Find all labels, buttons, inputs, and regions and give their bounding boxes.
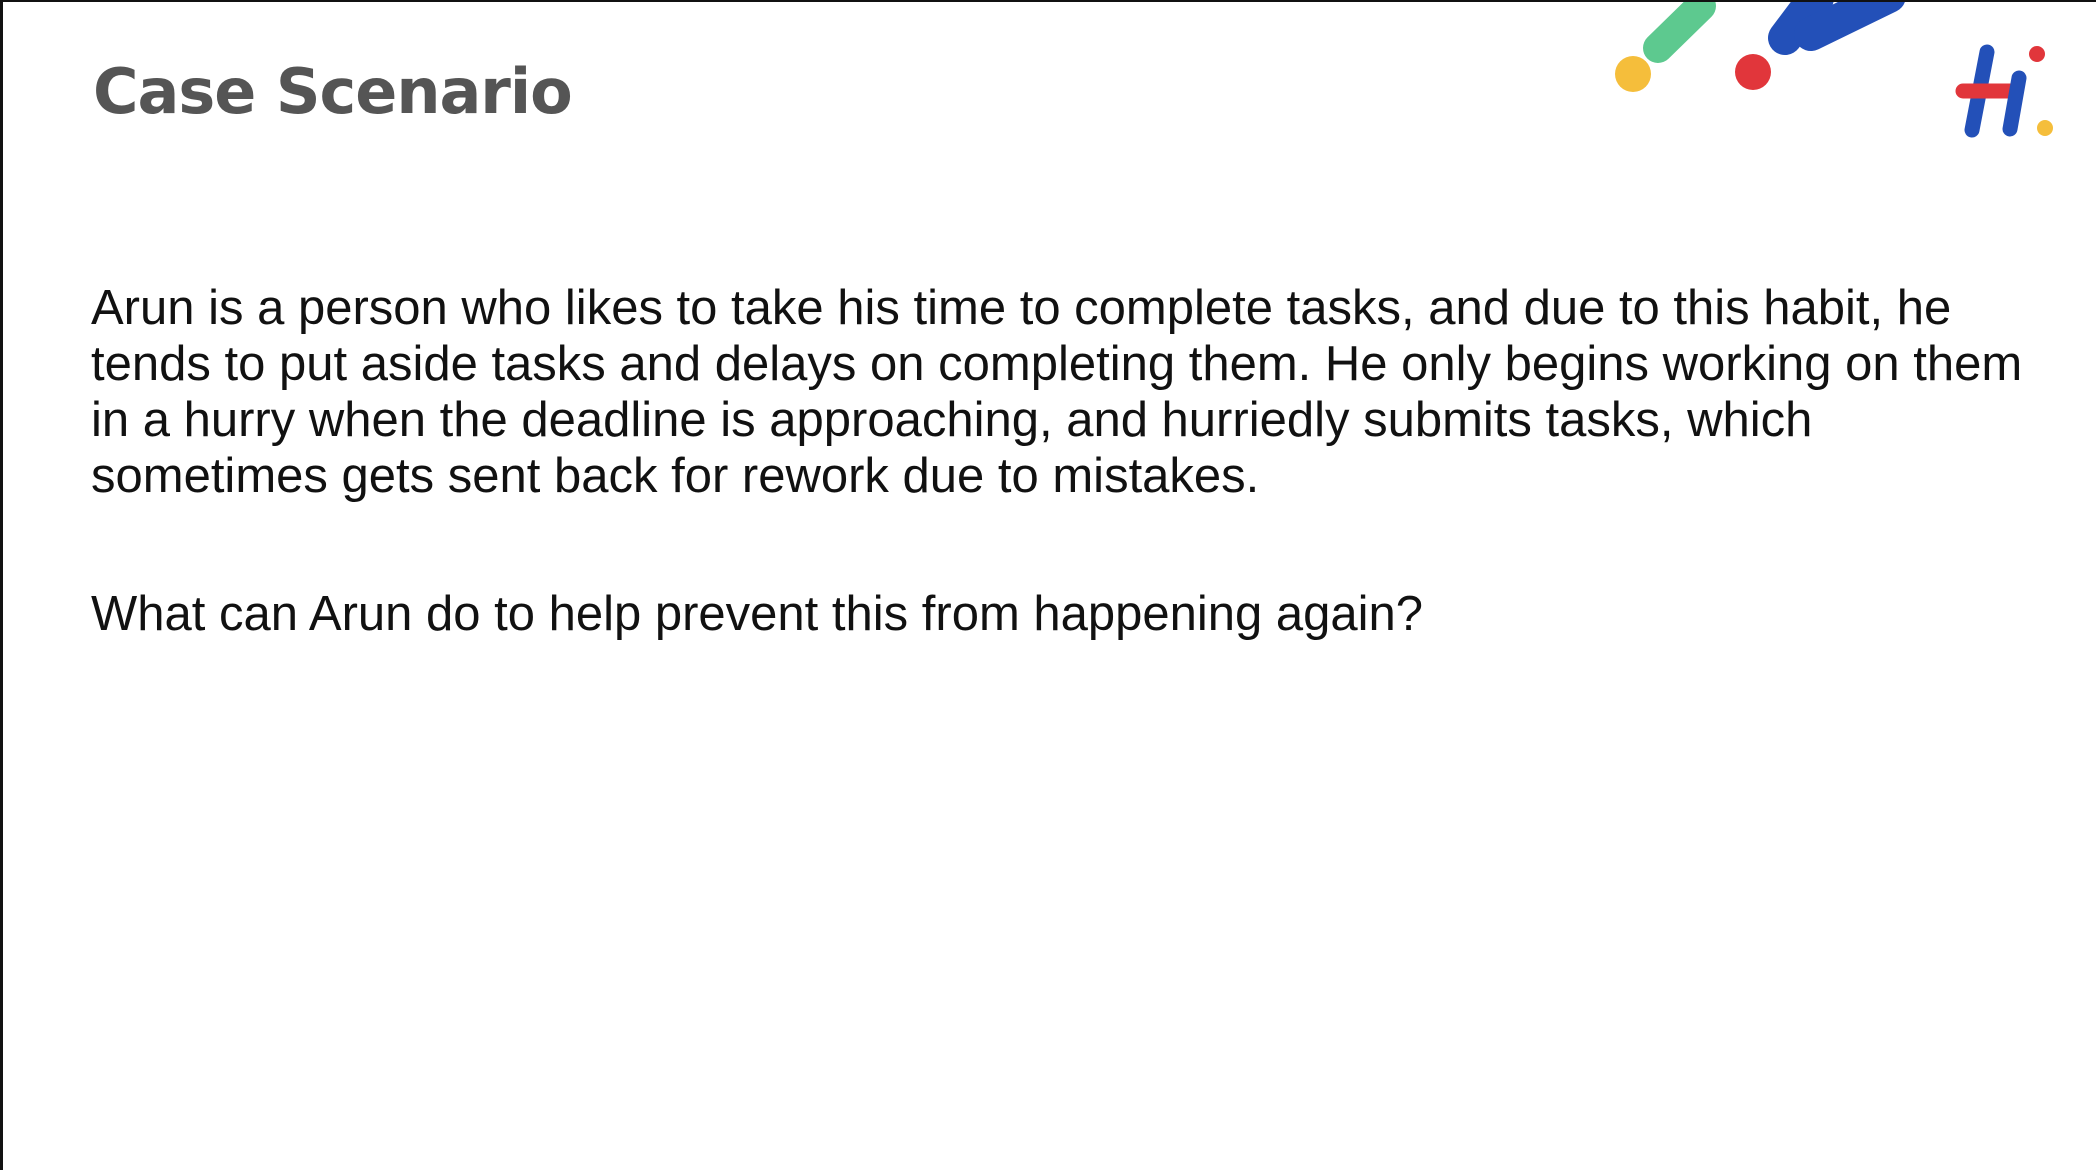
yellow-dot bbox=[1615, 56, 1651, 92]
brand-decoration bbox=[1615, 2, 2053, 138]
red-dot bbox=[1735, 54, 1771, 90]
green-streak bbox=[1643, 2, 1716, 63]
case-question: What can Arun do to help prevent this fr… bbox=[91, 587, 1424, 641]
slide-title: Case Scenario bbox=[93, 55, 573, 128]
hi-logo bbox=[1955, 44, 2053, 138]
slide: Case Scenario Arun is a person who likes… bbox=[0, 0, 2096, 1170]
logo-yellow-dot bbox=[2037, 120, 2053, 136]
logo-i-dot bbox=[2029, 46, 2045, 62]
case-paragraph: Arun is a person who likes to take his t… bbox=[91, 281, 2023, 503]
logo-i-stem bbox=[2002, 70, 2027, 137]
